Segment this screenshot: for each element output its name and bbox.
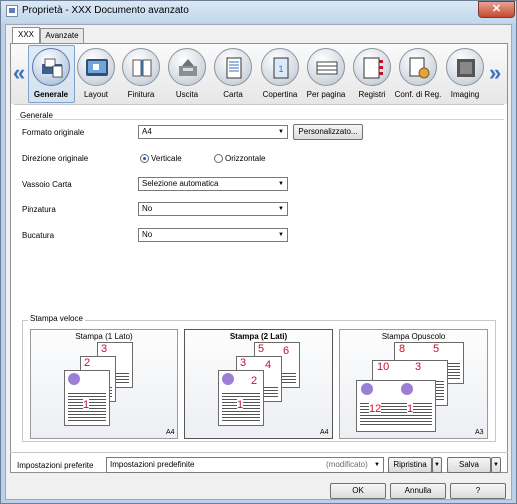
ok-button[interactable]: OK <box>330 483 386 499</box>
close-button[interactable]: ✕ <box>478 1 515 18</box>
finishing-icon[interactable] <box>122 48 160 86</box>
flower-image <box>361 383 373 395</box>
card-title-1-side: Stampa (1 Lato) <box>75 332 133 341</box>
vassoio-value: Selezione automatica <box>142 179 219 188</box>
printer-icon <box>6 5 18 17</box>
page-number: 1 <box>407 403 414 415</box>
page-number: 3 <box>415 361 422 373</box>
page-number: 12 <box>369 403 382 415</box>
chevron-down-icon: ▼ <box>278 129 284 135</box>
ripristina-dropdown-icon[interactable]: ▼ <box>432 457 442 473</box>
vassoio-label: Vassoio Carta <box>22 180 72 189</box>
page-thumb: 12 <box>218 370 264 426</box>
verticale-label[interactable]: Verticale <box>151 154 182 163</box>
annulla-button[interactable]: Annulla <box>390 483 446 499</box>
page-number: 8 <box>399 343 406 355</box>
page-number: 5 <box>433 343 440 355</box>
page-number: 6 <box>283 345 290 357</box>
chevron-down-icon: ▼ <box>278 181 284 187</box>
personalizzato-button[interactable]: Personalizzato... <box>293 124 363 140</box>
paper-size-2-sides: A4 <box>320 429 329 436</box>
cover-icon[interactable]: 1 <box>261 48 299 86</box>
tab-avanzate[interactable]: Avanzate <box>40 28 84 43</box>
tabs-icon[interactable] <box>353 48 391 86</box>
vassoio-select[interactable]: Selezione automatica ▼ <box>138 177 288 191</box>
pinzatura-select[interactable]: No ▼ <box>138 202 288 216</box>
card-title-2-sides: Stampa (2 Lati) <box>229 332 288 341</box>
page-number: 3 <box>240 357 247 369</box>
flower-image <box>222 373 234 385</box>
bucatura-label: Bucatura <box>22 231 55 240</box>
paper-icon[interactable] <box>214 48 252 86</box>
output-icon[interactable] <box>168 48 206 86</box>
category-label-conf-reg[interactable]: Conf. di Reg. <box>391 90 445 99</box>
direzione-label: Direzione originale <box>22 154 89 163</box>
scroll-right-icon[interactable]: » <box>489 60 501 86</box>
svg-text:1: 1 <box>278 64 283 74</box>
scroll-left-icon[interactable]: « <box>13 60 25 86</box>
page-number: 3 <box>101 343 108 355</box>
formato-value: A4 <box>142 127 152 136</box>
paper-size-1-side: A4 <box>166 429 175 436</box>
page-number: 5 <box>258 343 265 355</box>
orizzontale-label[interactable]: Orizzontale <box>225 154 265 163</box>
paper-size-booklet: A3 <box>475 429 484 436</box>
help-button[interactable]: ? <box>450 483 506 499</box>
page-thumb: 1 <box>64 370 110 426</box>
salva-dropdown-icon[interactable]: ▼ <box>491 457 501 473</box>
page-number: 2 <box>84 357 91 369</box>
pinzatura-label: Pinzatura <box>22 205 56 214</box>
quick-print-label: Stampa veloce <box>28 314 85 323</box>
salva-button[interactable]: Salva <box>447 457 491 473</box>
page-number: 10 <box>377 361 390 373</box>
formato-select[interactable]: A4 ▼ <box>138 125 288 139</box>
chevron-down-icon: ▼ <box>278 232 284 238</box>
registry-config-icon[interactable] <box>399 48 437 86</box>
ripristina-button[interactable]: Ripristina <box>388 457 432 473</box>
tab-xxx[interactable]: XXX <box>12 27 40 44</box>
page-number: 1 <box>83 399 90 411</box>
pref-value: Impostazioni predefinite <box>110 460 195 469</box>
modified-label: (modificato) <box>326 460 368 469</box>
page-number: 1 <box>237 399 244 411</box>
bucatura-select[interactable]: No ▼ <box>138 228 288 242</box>
pref-label: Impostazioni preferite <box>17 461 94 470</box>
pinzatura-value: No <box>142 204 153 213</box>
header-divider <box>14 104 504 105</box>
pref-select[interactable]: Impostazioni predefinite (modificato) ▼ <box>106 457 384 473</box>
page-thumb: 12 1 <box>356 380 436 432</box>
group-divider <box>16 119 504 120</box>
orizzontale-radio[interactable] <box>214 154 223 163</box>
category-label-imaging[interactable]: Imaging <box>438 90 492 99</box>
chevron-down-icon: ▼ <box>374 462 380 468</box>
page-number: 2 <box>251 375 258 387</box>
layout-icon[interactable] <box>77 48 115 86</box>
window-title: Proprietà - XXX Documento avanzato <box>22 5 189 16</box>
formato-label: Formato originale <box>22 128 85 137</box>
flower-image <box>401 383 413 395</box>
imaging-icon[interactable] <box>446 48 484 86</box>
flower-image <box>68 373 80 385</box>
per-page-icon[interactable] <box>307 48 345 86</box>
bucatura-value: No <box>142 230 153 239</box>
page-number: 4 <box>265 359 272 371</box>
verticale-radio[interactable] <box>140 154 149 163</box>
bottom-divider <box>10 452 508 453</box>
card-title-booklet: Stampa Opuscolo <box>381 332 446 341</box>
chevron-down-icon: ▼ <box>278 206 284 212</box>
category-label-carta[interactable]: Carta <box>206 90 260 99</box>
general-icon[interactable] <box>32 48 70 86</box>
